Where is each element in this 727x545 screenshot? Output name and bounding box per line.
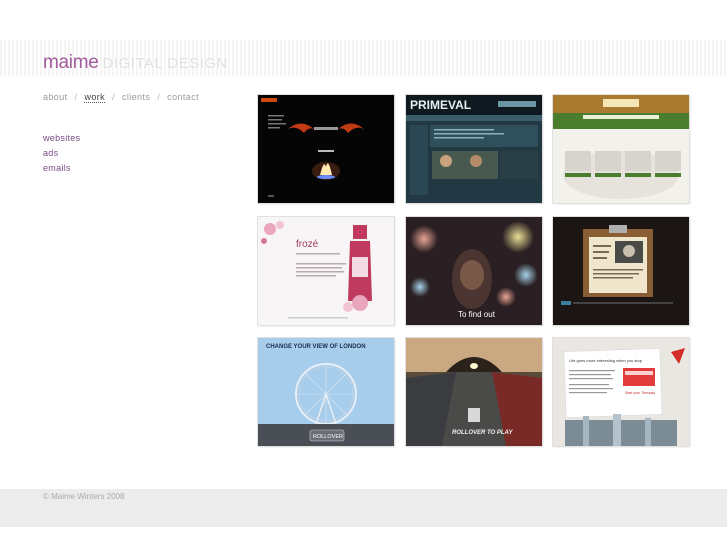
portfolio-tile-dark-flame[interactable]: [258, 95, 394, 203]
email-thumbnail: Life goes more interesting when you stop…: [553, 338, 689, 446]
find-out-thumbnail: To find out: [406, 217, 542, 325]
nav-separator: /: [74, 92, 78, 102]
nav-separator: /: [112, 92, 115, 102]
dark-flame-thumbnail: [258, 95, 394, 203]
portfolio-tile-froze[interactable]: frozé: [258, 217, 394, 325]
rollover-button: ROLLOVER: [313, 434, 343, 440]
london-eye-heading: CHANGE YOUR VIEW OF LONDON: [266, 344, 366, 350]
email-cta: Start your Thessaly: [625, 391, 655, 395]
travel-map-thumbnail: [553, 95, 689, 203]
froze-thumbnail: frozé: [258, 217, 394, 325]
portfolio-tile-primeval[interactable]: PRIMEVAL: [406, 95, 542, 203]
clipboard-thumbnail: [553, 217, 689, 325]
nav-about[interactable]: about: [43, 92, 68, 102]
find-out-caption: To find out: [458, 310, 496, 319]
logo-brand: maime: [43, 52, 99, 73]
nav-clients[interactable]: clients: [122, 92, 150, 102]
subnav-websites[interactable]: websites: [43, 131, 80, 146]
portfolio-tile-find-out[interactable]: To find out: [406, 217, 542, 325]
nav-separator: /: [157, 92, 161, 102]
primeval-thumbnail: PRIMEVAL: [406, 95, 542, 203]
london-eye-thumbnail: CHANGE YOUR VIEW OF LONDON ROLLOVER: [258, 338, 394, 446]
nav-contact[interactable]: contact: [167, 92, 199, 102]
site-logo[interactable]: maime DIGITAL DESIGN: [43, 52, 228, 74]
portfolio-tile-clipboard[interactable]: [553, 217, 689, 325]
main-nav: about / work / clients / contact: [43, 92, 199, 103]
subnav-emails[interactable]: emails: [43, 161, 80, 176]
portfolio-tile-travel-map[interactable]: [553, 95, 689, 203]
logo-subtitle: DIGITAL DESIGN: [102, 55, 228, 72]
tunnel-caption: ROLLOVER TO PLAY: [452, 430, 513, 436]
portfolio-tile-london-eye[interactable]: CHANGE YOUR VIEW OF LONDON ROLLOVER: [258, 338, 394, 446]
work-subnav: websites ads emails: [43, 131, 80, 176]
primeval-heading: PRIMEVAL: [410, 98, 471, 112]
tunnel-car-thumbnail: ROLLOVER TO PLAY: [406, 338, 542, 446]
portfolio-tile-tunnel-car[interactable]: ROLLOVER TO PLAY: [406, 338, 542, 446]
email-heading: Life goes more interesting when you stop: [569, 358, 643, 363]
portfolio-tile-email[interactable]: Life goes more interesting when you stop…: [553, 338, 689, 446]
footer: © Maime Winters 2008: [0, 489, 727, 527]
subnav-ads[interactable]: ads: [43, 146, 80, 161]
froze-heading: frozé: [296, 239, 319, 250]
nav-work[interactable]: work: [84, 92, 106, 103]
copyright-text: © Maime Winters 2008: [43, 492, 125, 501]
